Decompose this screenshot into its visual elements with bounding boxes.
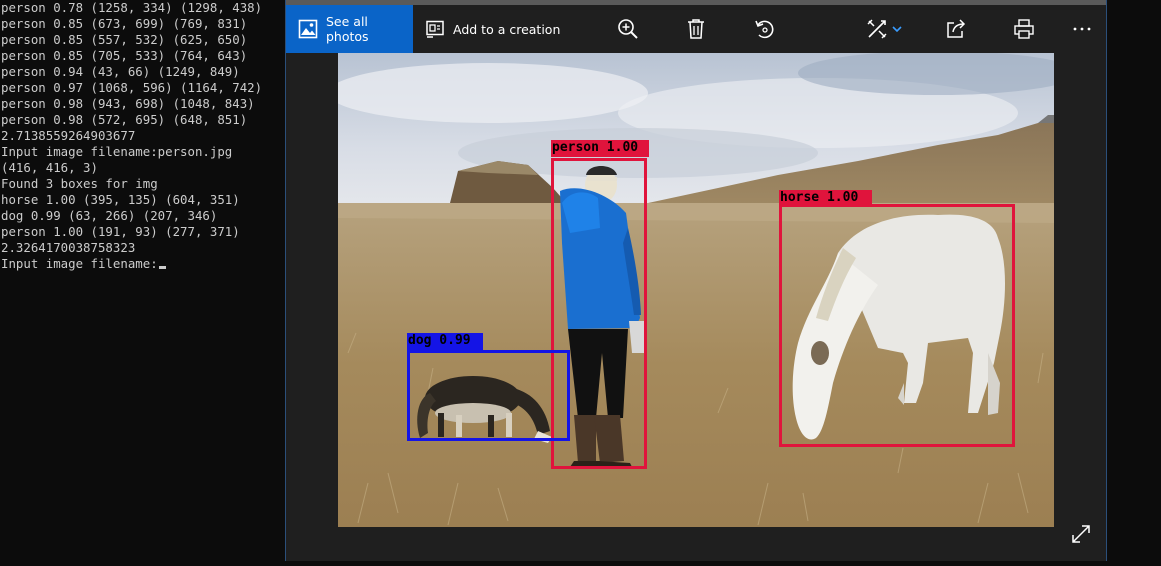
edit-create-icon (866, 18, 888, 40)
more-icon (1073, 26, 1091, 32)
expand-icon (1071, 524, 1091, 548)
add-to-creation-label: Add to a creation (453, 21, 561, 37)
add-to-creation-button[interactable]: Add to a creation (425, 5, 560, 53)
terminal-prompt: Input image filename: (1, 256, 158, 271)
terminal-line: horse 1.00 (395, 135) (604, 351) (1, 192, 240, 207)
full-screen-button[interactable] (1070, 525, 1092, 547)
horse-detection-label: horse 1.00 (779, 190, 872, 207)
photo-gallery-icon (298, 19, 318, 39)
terminal-line: person 0.94 (43, 66) (1249, 849) (1, 64, 240, 79)
terminal-line: person 0.78 (1258, 334) (1298, 438) (1, 0, 263, 15)
zoom-in-button[interactable] (611, 5, 645, 53)
dog-detection-label: dog 0.99 (407, 333, 483, 350)
terminal-cursor (158, 266, 166, 269)
more-options-button[interactable] (1065, 5, 1099, 53)
chevron-down-icon (892, 25, 902, 33)
terminal-line: Found 3 boxes for img (1, 176, 158, 191)
rotate-button[interactable] (747, 5, 781, 53)
person-detection-label: person 1.00 (551, 140, 649, 157)
terminal-output: person 0.78 (1258, 334) (1298, 438) pers… (1, 0, 262, 272)
detection-photo: person 1.00 horse 1.00 dog 0.99 (338, 53, 1054, 527)
terminal-line: 2.7138559264903677 (1, 128, 136, 143)
terminal-prompt-line[interactable]: Input image filename: (1, 256, 262, 272)
terminal-line: 2.3264170038758323 (1, 240, 136, 255)
zoom-in-icon (617, 18, 639, 40)
terminal-line: person 0.98 (943, 698) (1048, 843) (1, 96, 255, 111)
print-button[interactable] (1007, 5, 1041, 53)
image-canvas[interactable]: person 1.00 horse 1.00 dog 0.99 (286, 53, 1106, 561)
terminal-line: (416, 416, 3) (1, 160, 98, 175)
delete-icon (686, 18, 706, 40)
terminal-line: person 1.00 (191, 93) (277, 371) (1, 224, 240, 239)
print-icon (1013, 18, 1035, 40)
viewer-toolbar: See all photos Add to a creation (286, 5, 1106, 53)
see-all-photos-button[interactable]: See all photos (286, 5, 413, 53)
delete-button[interactable] (679, 5, 713, 53)
share-icon (945, 18, 967, 40)
terminal-line: Input image filename:person.jpg (1, 144, 233, 159)
terminal-line: person 0.85 (705, 533) (764, 643) (1, 48, 248, 63)
horse-detection-box (779, 204, 1015, 447)
creation-icon (425, 19, 445, 39)
terminal-line: dog 0.99 (63, 266) (207, 346) (1, 208, 218, 223)
dog-detection-box (407, 350, 570, 441)
edit-create-button[interactable] (866, 5, 914, 53)
share-button[interactable] (939, 5, 973, 53)
terminal-line: person 0.97 (1068, 596) (1164, 742) (1, 80, 263, 95)
terminal-line: person 0.98 (572, 695) (648, 851) (1, 112, 248, 127)
rotate-icon (753, 18, 775, 40)
see-all-photos-label: See all photos (326, 14, 369, 44)
terminal-line: person 0.85 (557, 532) (625, 650) (1, 32, 248, 47)
terminal-line: person 0.85 (673, 699) (769, 831) (1, 16, 248, 31)
photos-viewer-window: See all photos Add to a creation person … (285, 0, 1107, 561)
